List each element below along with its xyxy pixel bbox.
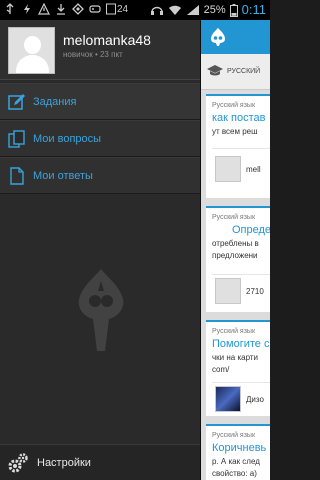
brand-watermark-logo [73,265,129,355]
profile-separator: • [94,50,98,59]
notification-count-icon [106,3,116,15]
card-title[interactable]: Помогите с [206,335,270,350]
card-text: р. А как след [212,457,260,466]
battery-icon [229,3,238,17]
user-avatar [215,386,241,412]
question-card[interactable]: Русский язык Помогите с чки на карти com… [206,320,270,416]
headset-icon [150,4,164,16]
wifi-icon [168,4,182,16]
card-title[interactable]: Коричневь [206,439,270,454]
gear-icon [7,452,29,474]
card-divider [212,148,270,149]
profile-rank: новичок [63,50,93,59]
subject-filter-label: РУССКИЙ [227,68,261,75]
card-user[interactable]: 2710 [215,278,264,304]
app-logo-icon[interactable] [209,27,227,52]
card-text-2: свойство: а) [212,469,257,478]
settings-label: Настройки [37,456,91,469]
drawer-menu: Задания Мои вопросы Мои ответы [0,83,200,194]
user-avatar [215,278,241,304]
warning-icon [38,2,50,15]
menu-label-my-questions: Мои вопросы [33,132,102,145]
subject-filter-bar[interactable]: РУССКИЙ [201,54,270,90]
signal-icon [186,4,200,16]
app-toolbar [201,20,270,54]
menu-item-tasks[interactable]: Задания [0,83,200,120]
usb-icon [4,3,16,15]
question-card[interactable]: Русский язык Опреде отреблены в предложе… [206,206,270,312]
navigation-drawer: melomanka48 новичок • 23 пкт Задания Мои… [0,20,200,480]
card-user[interactable]: mell [215,156,261,182]
my-questions-icon [8,129,26,148]
screen: 24 25% 0:11 melomanka48 новичок • 23 пкт… [0,0,270,480]
menu-label-tasks: Задания [33,95,77,108]
card-subject: Русский язык [212,214,256,221]
menu-item-my-answers[interactable]: Мои ответы [0,157,200,194]
card-title[interactable]: Опреде [206,221,270,236]
card-text: чки на карти [212,353,258,362]
my-answers-icon [8,166,26,185]
card-title[interactable]: как постав [206,109,270,124]
card-user[interactable]: Дизо [215,386,264,412]
card-divider [212,274,270,275]
user-avatar [215,156,241,182]
notification-count: 24 [117,3,129,15]
avatar-body-shape [16,55,49,73]
gamepad-icon [89,3,101,15]
card-subject: Русский язык [212,328,256,335]
card-subject: Русский язык [212,102,256,109]
profile-username: melomanka48 [63,32,151,48]
download-icon [55,3,67,15]
avatar[interactable] [8,27,55,74]
user-name: Дизо [246,394,264,404]
user-name: 2710 [246,286,264,296]
menu-label-my-answers: Мои ответы [33,169,93,182]
question-card[interactable]: Русский язык Коричневь р. А как след сво… [206,424,270,480]
clock: 0:11 [241,2,266,17]
menu-item-my-questions[interactable]: Мои вопросы [0,120,200,157]
settings-button[interactable]: Настройки [0,444,200,480]
charging-icon [21,3,33,15]
graduation-cap-icon [207,63,223,81]
battery-percent: 25% [203,3,226,16]
main-content-peek[interactable]: РУССКИЙ Русский язык как постав ут всем … [200,20,270,480]
user-name: mell [246,164,261,174]
tasks-icon [8,93,26,111]
card-text: ут всем реш [212,127,258,136]
card-text-2: предложени [212,251,258,260]
question-card[interactable]: Русский язык как постав ут всем реш mell [206,94,270,198]
card-subject: Русский язык [212,432,256,439]
card-text: отреблены в [212,239,259,248]
card-divider [212,382,270,383]
profile-points: 23 пкт [99,50,123,59]
status-right-icons: 25% 0:11 [150,2,266,17]
card-text-2: com/ [212,365,230,374]
status-bar: 24 25% 0:11 [0,0,270,20]
profile-info: melomanka48 новичок • 23 пкт [63,32,151,72]
profile-header[interactable]: melomanka48 новичок • 23 пкт [0,20,200,80]
status-left-icons: 24 [4,2,129,15]
avatar-head-shape [24,36,41,54]
app-icon [72,3,84,15]
profile-meta: новичок • 23 пкт [63,50,151,59]
